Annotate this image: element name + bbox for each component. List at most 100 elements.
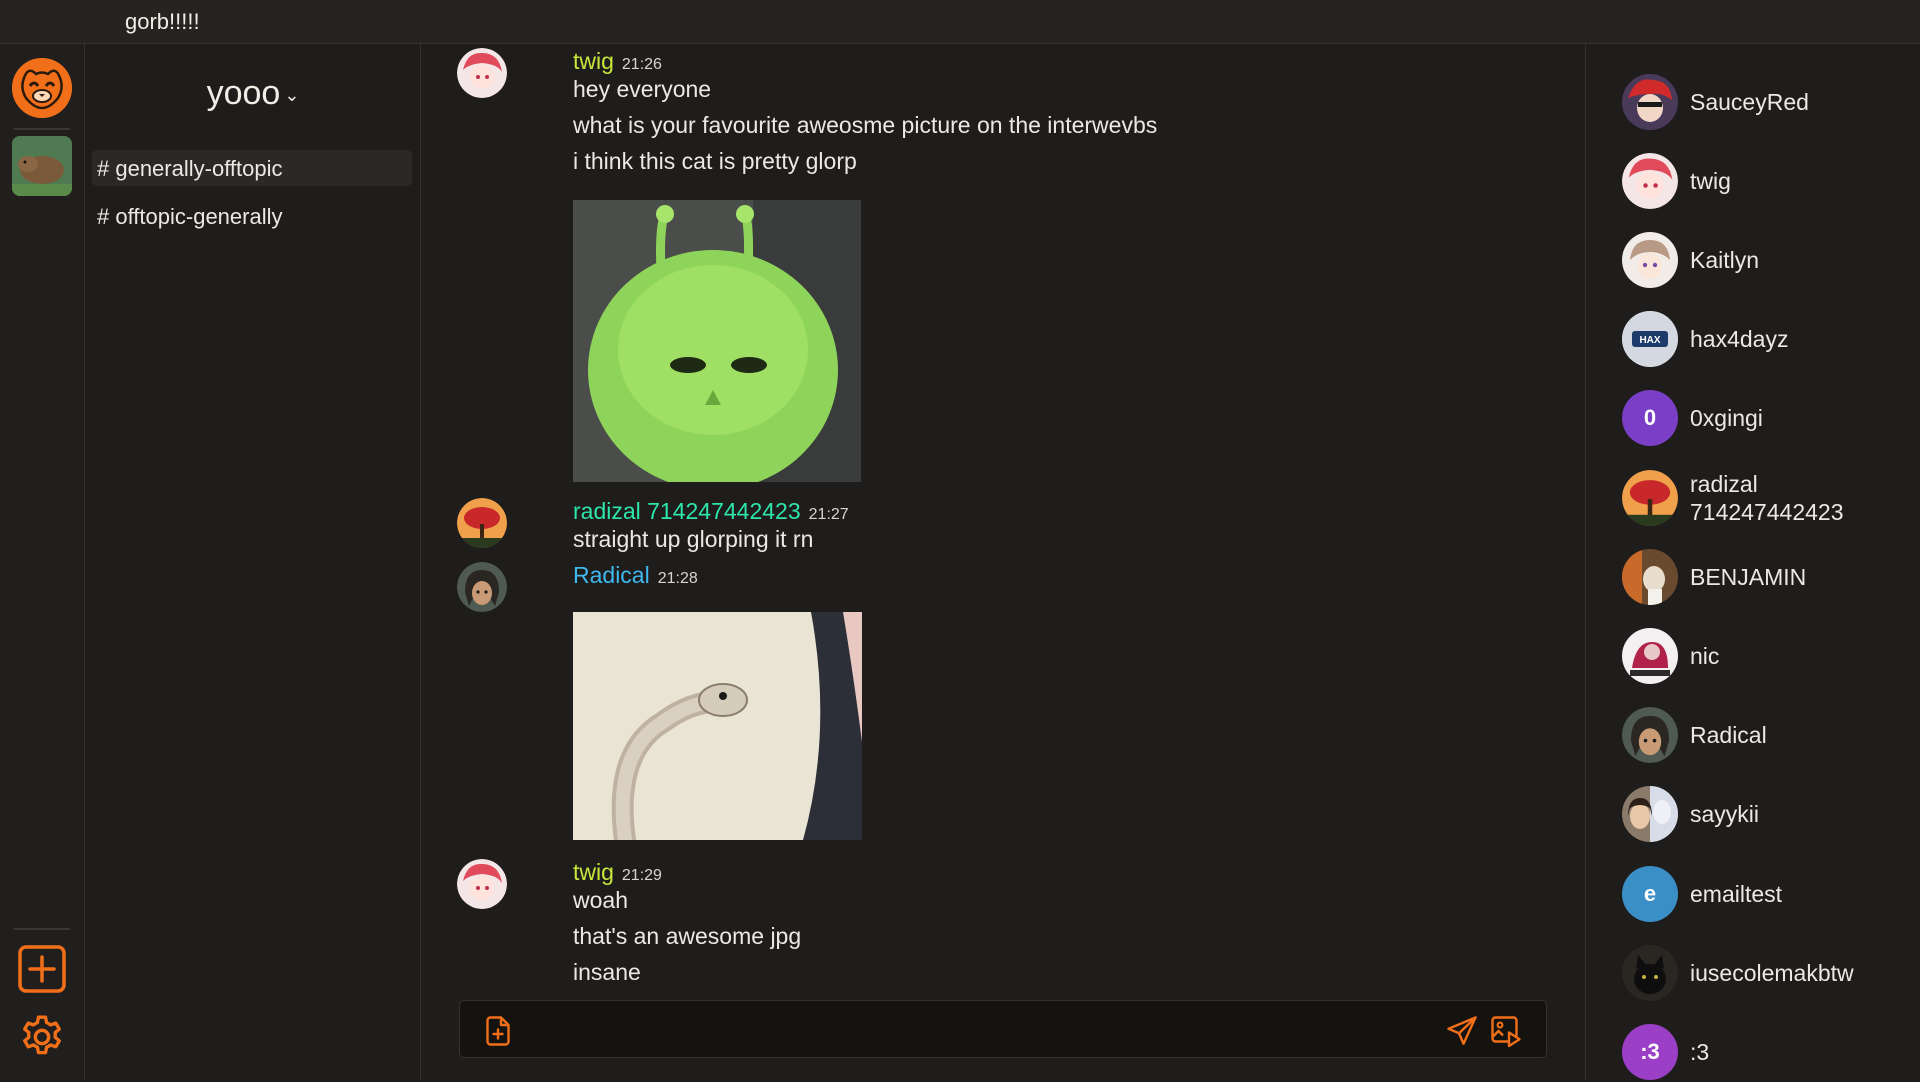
media-button[interactable] — [1488, 1013, 1524, 1049]
home-logo-button[interactable] — [12, 58, 72, 118]
member-name: sayykii — [1690, 801, 1760, 827]
member-item[interactable]: e emailtest — [1622, 866, 1912, 924]
avatar — [1622, 74, 1678, 130]
tree-avatar-icon — [457, 498, 507, 548]
message-username[interactable]: radizal 714247442423 — [573, 498, 801, 524]
image-play-icon — [1491, 1016, 1521, 1048]
avatar — [1622, 153, 1678, 209]
plus-square-icon — [18, 945, 66, 993]
server-divider — [14, 128, 70, 130]
member-name: hax4dayz — [1690, 326, 1789, 352]
message-composer — [459, 1000, 1547, 1058]
guild-name-label: yooo — [206, 74, 281, 112]
channel-sidebar: yooo ⌄ # generally-offtopic # offtopic-ge… — [85, 44, 421, 1080]
avatar — [1622, 628, 1678, 684]
avatar[interactable] — [457, 562, 507, 612]
member-name: emailtest — [1690, 881, 1783, 907]
message-username[interactable]: twig — [573, 48, 614, 74]
channel-item-offtopic-generally[interactable]: # offtopic-generally — [92, 198, 412, 234]
worm-image — [573, 612, 862, 840]
send-button[interactable] — [1444, 1013, 1480, 1049]
message-image-alien-cat[interactable] — [573, 200, 861, 482]
message-header: radizal 714247442423 21:27 — [573, 498, 849, 525]
message-text: straight up glorping it rn — [573, 526, 814, 552]
add-server-button[interactable] — [17, 944, 67, 994]
member-item[interactable]: SauceyRed — [1622, 74, 1912, 132]
message-username[interactable]: twig — [573, 859, 614, 885]
avatar[interactable] — [457, 498, 507, 548]
chevron-down-icon: ⌄ — [284, 84, 300, 105]
message-text: that's an awesome jpg — [573, 923, 802, 949]
avatar — [1622, 232, 1678, 288]
message-text: hey everyone — [573, 76, 712, 102]
twig-avatar-icon — [457, 859, 507, 909]
member-item[interactable]: Radical — [1622, 707, 1912, 765]
sauceyred-avatar-icon — [1622, 74, 1678, 130]
avatar[interactable] — [457, 859, 507, 909]
message-text: what is your favourite aweosme picture o… — [573, 112, 1158, 138]
avatar: e — [1622, 866, 1678, 922]
member-name: Radical — [1690, 722, 1767, 748]
top-bar: gorb!!!!! — [0, 0, 1920, 44]
green-cat-image — [573, 200, 861, 482]
avatar — [1622, 549, 1678, 605]
message-image-worm[interactable] — [573, 612, 862, 840]
twig-avatar-icon — [457, 48, 507, 98]
nic-avatar-icon — [1622, 628, 1678, 684]
send-icon — [1447, 1016, 1477, 1045]
upload-file-button[interactable] — [480, 1013, 516, 1049]
member-name: 0xgingi — [1690, 405, 1763, 431]
capybara-icon — [12, 136, 72, 196]
member-item[interactable]: 0 0xgingi — [1622, 390, 1912, 448]
avatar — [1622, 707, 1678, 763]
twig-avatar-icon — [1622, 153, 1678, 209]
avatar — [1622, 470, 1678, 526]
member-name: radizal 714247442423 — [1690, 471, 1844, 525]
member-item[interactable]: nic — [1622, 628, 1912, 686]
chat-panel: twig 21:26 hey everyone what is your favo… — [421, 44, 1585, 1080]
member-item[interactable]: Kaitlyn — [1622, 232, 1912, 290]
member-name: twig — [1690, 168, 1731, 194]
avatar: :3 — [1622, 1024, 1678, 1080]
member-item[interactable]: :3 :3 — [1622, 1024, 1912, 1082]
member-name: nic — [1690, 643, 1720, 669]
message-header: Radical 21:28 — [573, 562, 698, 589]
message-username[interactable]: Radical — [573, 562, 650, 588]
member-item[interactable]: sayykii — [1622, 786, 1912, 844]
avatar: 0 — [1622, 390, 1678, 446]
channel-item-generally-offtopic[interactable]: # generally-offtopic — [92, 150, 412, 186]
hax-console-icon: HAX — [1622, 311, 1678, 367]
message-text: i think this cat is pretty glorp — [573, 148, 857, 174]
message-timestamp: 21:29 — [621, 867, 662, 884]
message-timestamp: 21:27 — [808, 506, 849, 523]
file-plus-icon — [486, 1016, 510, 1046]
message-timestamp: 21:26 — [621, 56, 662, 73]
message-header: twig 21:26 — [573, 48, 662, 75]
avatar[interactable] — [457, 48, 507, 98]
member-item[interactable]: HAX hax4dayz — [1622, 311, 1912, 369]
settings-button[interactable] — [17, 1012, 67, 1062]
cat-face-icon — [12, 58, 72, 118]
member-name: Kaitlyn — [1690, 247, 1760, 273]
member-item[interactable]: radizal 714247442423 — [1622, 470, 1912, 528]
member-item[interactable]: BENJAMIN — [1622, 549, 1912, 607]
member-item[interactable]: twig — [1622, 153, 1912, 211]
kaitlyn-avatar-icon — [1622, 232, 1678, 288]
server-rail-bottom-divider — [14, 928, 70, 930]
radical-avatar-icon — [457, 562, 507, 612]
message-header: twig 21:29 — [573, 859, 662, 886]
message-text: woah — [573, 887, 628, 913]
sayykii-avatar-icon — [1622, 786, 1678, 842]
benjamin-avatar-icon — [1622, 549, 1678, 605]
avatar: HAX — [1622, 311, 1678, 367]
member-item[interactable]: iusecolemakbtw — [1622, 945, 1912, 1003]
guild-name-dropdown[interactable]: yooo ⌄ — [85, 74, 421, 113]
server-icon-capybara[interactable] — [12, 136, 72, 196]
message-input[interactable] — [530, 1013, 1410, 1047]
member-name: SauceyRed — [1690, 89, 1809, 115]
member-name: iusecolemakbtw — [1690, 960, 1854, 986]
black-cat-avatar-icon — [1622, 945, 1678, 1001]
avatar — [1622, 945, 1678, 1001]
app-title: gorb!!!!! — [125, 9, 200, 34]
member-list: SauceyRed twig Kaitlyn HAX hax4dayz 0 0x… — [1585, 44, 1920, 1080]
